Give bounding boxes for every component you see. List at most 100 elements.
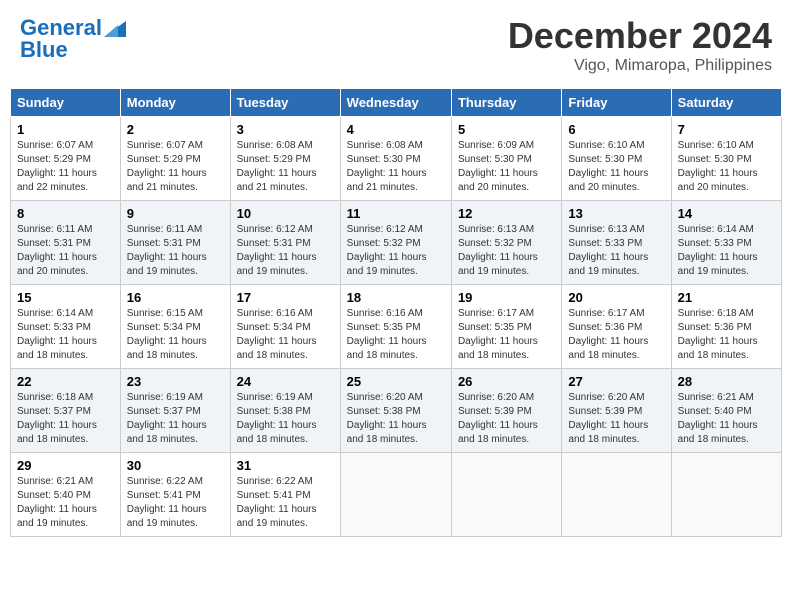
table-row: 10 Sunrise: 6:12 AMSunset: 5:31 PMDaylig… <box>230 201 340 285</box>
table-row: 28 Sunrise: 6:21 AMSunset: 5:40 PMDaylig… <box>671 369 781 453</box>
day-number: 9 <box>127 206 224 221</box>
col-tuesday: Tuesday <box>230 89 340 117</box>
table-row: 15 Sunrise: 6:14 AMSunset: 5:33 PMDaylig… <box>11 285 121 369</box>
day-info: Sunrise: 6:16 AMSunset: 5:34 PMDaylight:… <box>237 308 317 361</box>
day-info: Sunrise: 6:08 AMSunset: 5:29 PMDaylight:… <box>237 140 317 193</box>
day-info: Sunrise: 6:22 AMSunset: 5:41 PMDaylight:… <box>127 476 207 529</box>
table-row: 9 Sunrise: 6:11 AMSunset: 5:31 PMDayligh… <box>120 201 230 285</box>
day-number: 17 <box>237 290 334 305</box>
table-row: 30 Sunrise: 6:22 AMSunset: 5:41 PMDaylig… <box>120 453 230 537</box>
day-number: 19 <box>458 290 555 305</box>
day-number: 5 <box>458 122 555 137</box>
day-number: 14 <box>678 206 775 221</box>
day-number: 11 <box>347 206 445 221</box>
table-row: 2 Sunrise: 6:07 AMSunset: 5:29 PMDayligh… <box>120 117 230 201</box>
table-row: 23 Sunrise: 6:19 AMSunset: 5:37 PMDaylig… <box>120 369 230 453</box>
day-info: Sunrise: 6:14 AMSunset: 5:33 PMDaylight:… <box>678 224 758 277</box>
table-row: 7 Sunrise: 6:10 AMSunset: 5:30 PMDayligh… <box>671 117 781 201</box>
table-row: 25 Sunrise: 6:20 AMSunset: 5:38 PMDaylig… <box>340 369 451 453</box>
day-number: 31 <box>237 458 334 473</box>
day-info: Sunrise: 6:14 AMSunset: 5:33 PMDaylight:… <box>17 308 97 361</box>
table-row: 3 Sunrise: 6:08 AMSunset: 5:29 PMDayligh… <box>230 117 340 201</box>
day-number: 4 <box>347 122 445 137</box>
day-number: 13 <box>568 206 664 221</box>
day-info: Sunrise: 6:21 AMSunset: 5:40 PMDaylight:… <box>678 392 758 445</box>
day-info: Sunrise: 6:07 AMSunset: 5:29 PMDaylight:… <box>127 140 207 193</box>
col-wednesday: Wednesday <box>340 89 451 117</box>
col-monday: Monday <box>120 89 230 117</box>
table-row: 20 Sunrise: 6:17 AMSunset: 5:36 PMDaylig… <box>562 285 671 369</box>
day-number: 16 <box>127 290 224 305</box>
day-info: Sunrise: 6:10 AMSunset: 5:30 PMDaylight:… <box>678 140 758 193</box>
day-number: 1 <box>17 122 114 137</box>
logo-icon <box>104 21 126 37</box>
table-row: 16 Sunrise: 6:15 AMSunset: 5:34 PMDaylig… <box>120 285 230 369</box>
day-info: Sunrise: 6:20 AMSunset: 5:38 PMDaylight:… <box>347 392 427 445</box>
table-row <box>340 453 451 537</box>
day-number: 20 <box>568 290 664 305</box>
day-number: 30 <box>127 458 224 473</box>
page-header: General Blue December 2024 Vigo, Mimarop… <box>10 10 782 80</box>
day-info: Sunrise: 6:08 AMSunset: 5:30 PMDaylight:… <box>347 140 427 193</box>
day-info: Sunrise: 6:16 AMSunset: 5:35 PMDaylight:… <box>347 308 427 361</box>
day-info: Sunrise: 6:11 AMSunset: 5:31 PMDaylight:… <box>17 224 97 277</box>
day-info: Sunrise: 6:19 AMSunset: 5:37 PMDaylight:… <box>127 392 207 445</box>
calendar-week-row: 22 Sunrise: 6:18 AMSunset: 5:37 PMDaylig… <box>11 369 782 453</box>
day-number: 15 <box>17 290 114 305</box>
table-row: 6 Sunrise: 6:10 AMSunset: 5:30 PMDayligh… <box>562 117 671 201</box>
day-number: 3 <box>237 122 334 137</box>
table-row: 19 Sunrise: 6:17 AMSunset: 5:35 PMDaylig… <box>451 285 561 369</box>
table-row: 13 Sunrise: 6:13 AMSunset: 5:33 PMDaylig… <box>562 201 671 285</box>
day-number: 22 <box>17 374 114 389</box>
col-friday: Friday <box>562 89 671 117</box>
day-info: Sunrise: 6:15 AMSunset: 5:34 PMDaylight:… <box>127 308 207 361</box>
day-number: 26 <box>458 374 555 389</box>
day-info: Sunrise: 6:11 AMSunset: 5:31 PMDaylight:… <box>127 224 207 277</box>
table-row: 26 Sunrise: 6:20 AMSunset: 5:39 PMDaylig… <box>451 369 561 453</box>
col-thursday: Thursday <box>451 89 561 117</box>
table-row: 17 Sunrise: 6:16 AMSunset: 5:34 PMDaylig… <box>230 285 340 369</box>
day-info: Sunrise: 6:09 AMSunset: 5:30 PMDaylight:… <box>458 140 538 193</box>
day-info: Sunrise: 6:18 AMSunset: 5:36 PMDaylight:… <box>678 308 758 361</box>
day-number: 6 <box>568 122 664 137</box>
day-info: Sunrise: 6:17 AMSunset: 5:36 PMDaylight:… <box>568 308 648 361</box>
location: Vigo, Mimaropa, Philippines <box>508 57 772 75</box>
table-row: 27 Sunrise: 6:20 AMSunset: 5:39 PMDaylig… <box>562 369 671 453</box>
day-info: Sunrise: 6:07 AMSunset: 5:29 PMDaylight:… <box>17 140 97 193</box>
day-number: 28 <box>678 374 775 389</box>
table-row <box>451 453 561 537</box>
calendar-week-row: 1 Sunrise: 6:07 AMSunset: 5:29 PMDayligh… <box>11 117 782 201</box>
day-number: 24 <box>237 374 334 389</box>
logo-blue-text: Blue <box>20 37 68 63</box>
month-title: December 2024 <box>508 15 772 57</box>
day-number: 8 <box>17 206 114 221</box>
table-row: 29 Sunrise: 6:21 AMSunset: 5:40 PMDaylig… <box>11 453 121 537</box>
table-row: 5 Sunrise: 6:09 AMSunset: 5:30 PMDayligh… <box>451 117 561 201</box>
day-number: 7 <box>678 122 775 137</box>
day-number: 2 <box>127 122 224 137</box>
day-number: 27 <box>568 374 664 389</box>
day-info: Sunrise: 6:12 AMSunset: 5:32 PMDaylight:… <box>347 224 427 277</box>
day-number: 10 <box>237 206 334 221</box>
table-row: 31 Sunrise: 6:22 AMSunset: 5:41 PMDaylig… <box>230 453 340 537</box>
table-row: 12 Sunrise: 6:13 AMSunset: 5:32 PMDaylig… <box>451 201 561 285</box>
table-row <box>562 453 671 537</box>
day-info: Sunrise: 6:20 AMSunset: 5:39 PMDaylight:… <box>458 392 538 445</box>
table-row: 22 Sunrise: 6:18 AMSunset: 5:37 PMDaylig… <box>11 369 121 453</box>
day-info: Sunrise: 6:22 AMSunset: 5:41 PMDaylight:… <box>237 476 317 529</box>
table-row <box>671 453 781 537</box>
col-sunday: Sunday <box>11 89 121 117</box>
table-row: 11 Sunrise: 6:12 AMSunset: 5:32 PMDaylig… <box>340 201 451 285</box>
day-number: 29 <box>17 458 114 473</box>
calendar-week-row: 29 Sunrise: 6:21 AMSunset: 5:40 PMDaylig… <box>11 453 782 537</box>
day-info: Sunrise: 6:18 AMSunset: 5:37 PMDaylight:… <box>17 392 97 445</box>
table-row: 4 Sunrise: 6:08 AMSunset: 5:30 PMDayligh… <box>340 117 451 201</box>
day-number: 25 <box>347 374 445 389</box>
table-row: 8 Sunrise: 6:11 AMSunset: 5:31 PMDayligh… <box>11 201 121 285</box>
day-info: Sunrise: 6:10 AMSunset: 5:30 PMDaylight:… <box>568 140 648 193</box>
table-row: 18 Sunrise: 6:16 AMSunset: 5:35 PMDaylig… <box>340 285 451 369</box>
day-number: 12 <box>458 206 555 221</box>
day-info: Sunrise: 6:12 AMSunset: 5:31 PMDaylight:… <box>237 224 317 277</box>
day-info: Sunrise: 6:13 AMSunset: 5:32 PMDaylight:… <box>458 224 538 277</box>
day-info: Sunrise: 6:21 AMSunset: 5:40 PMDaylight:… <box>17 476 97 529</box>
